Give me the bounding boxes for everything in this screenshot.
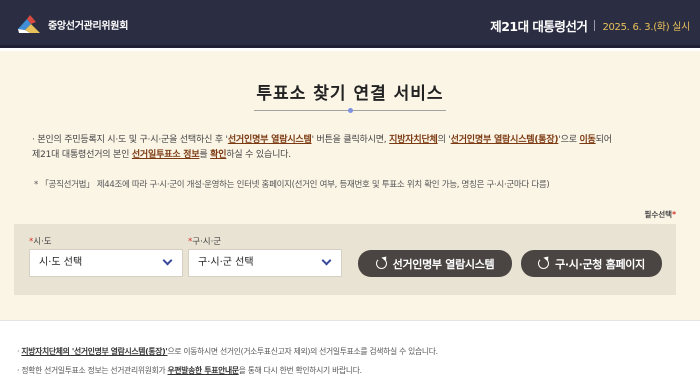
gusigun-label: *구·시·군 — [188, 235, 221, 247]
bullet: · — [32, 135, 35, 145]
chevron-down-icon — [162, 255, 173, 266]
main-content: 투표소 찾기 연결 서비스 · 본인의 주민등록지 시·도 및 구·시·군을 선… — [0, 51, 700, 320]
desc-link-move: 이동 — [579, 135, 596, 145]
refresh-icon — [375, 258, 387, 269]
desc-text: 의 ' — [437, 135, 451, 145]
election-title: 제21대 대통령선거 — [490, 19, 588, 34]
sido-label: *시·도 — [29, 235, 52, 247]
sido-select[interactable]: 시·도 선택 — [29, 249, 183, 277]
desc-text: 되어 — [595, 135, 612, 145]
footer-notes: · 지방자치단체의 '선거인명부 열람시스템(통장)'으로 이동하시면 선거인(… — [0, 320, 700, 391]
desc-text: 를 — [199, 150, 211, 160]
refresh-icon — [538, 258, 550, 269]
logo-text: 중앙선거관리위원회 — [48, 20, 129, 32]
nec-emblem-icon — [16, 13, 42, 35]
desc-text: ' 버튼을 클릭하시면, — [311, 135, 390, 145]
desc-text: 제21대 대통령선거의 본인 — [32, 150, 132, 160]
footer-note-1: · 지방자치단체의 '선거인명부 열람시스템(통장)'으로 이동하시면 선거인(… — [17, 346, 438, 357]
nec-logo[interactable]: 중앙선거관리위원회 — [16, 13, 128, 35]
sido-select-value: 시·도 선택 — [39, 257, 83, 268]
law-note: * 「공직선거법」 제44조에 따라 구·시·군이 개설·운영하는 인터넷 홈페… — [34, 180, 550, 190]
site-header: 중앙선거관리위원회 제21대 대통령선거 2025. 6. 3.(화) 실시 — [0, 0, 700, 48]
election-info: 제21대 대통령선거 2025. 6. 3.(화) 실시 — [490, 16, 690, 35]
desc-link-register-system: 선거인명부 열람시스템 — [227, 135, 312, 145]
page-title: 투표소 찾기 연결 서비스 — [254, 79, 446, 113]
desc-text: 하실 수 있습니다. — [226, 150, 291, 160]
required-label: 필수선택 — [644, 210, 673, 219]
sido-label-text: 시·도 — [33, 237, 52, 247]
footer-link-mailed-notice: 우편발송한 투표안내문 — [167, 366, 239, 375]
register-system-button[interactable]: 선거인명부 열람시스템 — [358, 250, 512, 277]
required-star: * — [672, 210, 676, 219]
chevron-down-icon — [321, 255, 332, 266]
desc-link-local-gov: 지방자치단체 — [389, 135, 438, 145]
divider — [594, 20, 596, 31]
desc-text: 본인의 주민등록지 시·도 및 구·시·군을 선택하신 후 ' — [37, 135, 228, 145]
title-dot-icon — [348, 108, 353, 113]
gusigun-select[interactable]: 구·시·군 선택 — [188, 249, 342, 277]
gusigun-homepage-button[interactable]: 구·시·군청 홈페이지 — [521, 250, 662, 277]
search-panel: *시·도 시·도 선택 *구·시·군 구·시·군 선택 선거인명부 열람시스템 … — [14, 224, 676, 295]
footer-link-local-gov: 지방자치단체의 '선거인명부 열람시스템(통장)' — [21, 347, 168, 356]
gusigun-select-value: 구·시·군 선택 — [198, 257, 254, 268]
footer-text: 으로 이동하시면 선거인(거소투표신고자 제외)의 선거일투표소를 검색하실 수… — [167, 347, 438, 356]
gusigun-homepage-button-label: 구·시·군청 홈페이지 — [555, 257, 645, 271]
election-date: 2025. 6. 3.(화) 실시 — [602, 22, 690, 33]
register-system-button-label: 선거인명부 열람시스템 — [392, 257, 495, 271]
footer-note-2: · 정확한 선거일투표소 정보는 선거관리위원회가 우편발송한 투표안내문을 통… — [17, 365, 362, 376]
footer-text: 정확한 선거일투표소 정보는 선거관리위원회가 — [21, 366, 168, 375]
gusigun-label-text: 구·시·군 — [192, 237, 222, 247]
desc-link-register-system-tongjang: 선거인명부 열람시스템(통장) — [450, 135, 559, 145]
desc-link-confirm: 확인 — [210, 150, 227, 160]
title-wrap: 투표소 찾기 연결 서비스 — [0, 79, 700, 113]
service-description: · 본인의 주민등록지 시·도 및 구·시·군을 선택하신 후 '선거인명부 열… — [32, 133, 668, 163]
required-indicator: 필수선택* — [644, 209, 676, 220]
desc-link-polling-info: 선거일투표소 정보 — [131, 150, 200, 160]
page-title-text: 투표소 찾기 연결 서비스 — [256, 84, 444, 104]
footer-text: 을 통해 다시 한번 확인하시기 바랍니다. — [238, 366, 362, 375]
desc-text: '으로 — [558, 135, 580, 145]
